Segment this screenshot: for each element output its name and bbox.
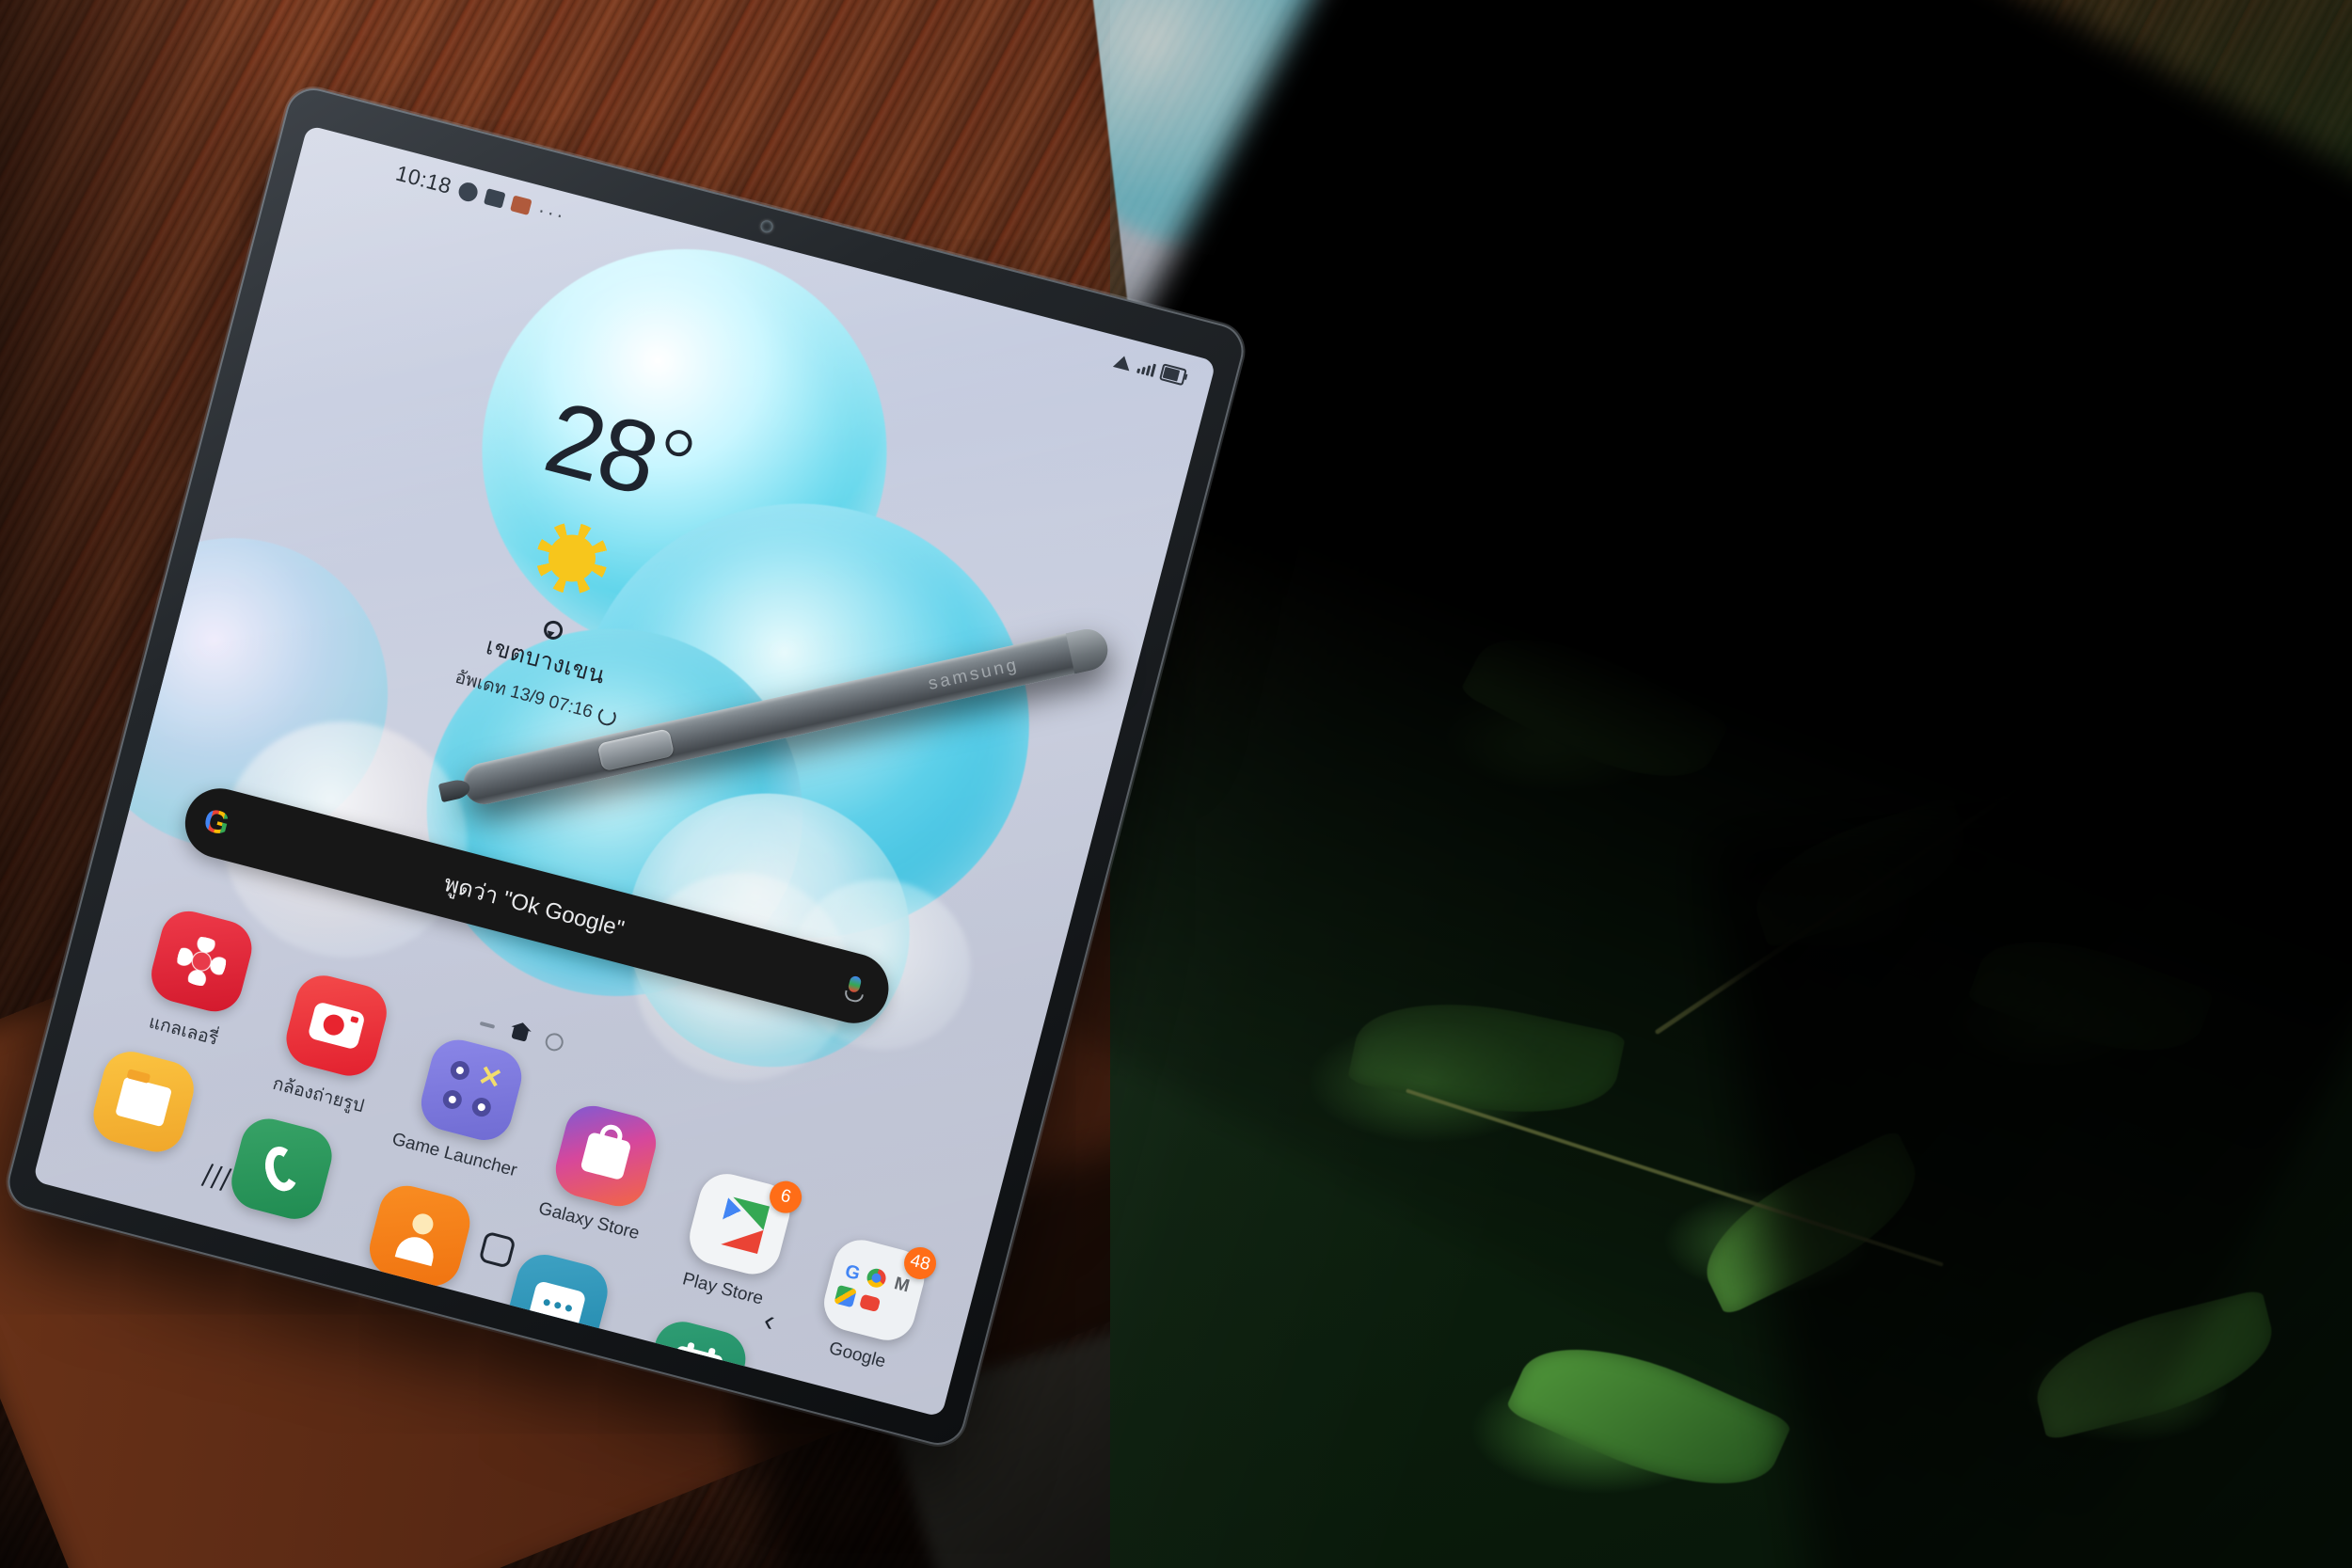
photo-scene: 28 เขตบางเขน samsung 10:18: [0, 0, 2352, 1568]
wifi-icon: [1113, 353, 1134, 371]
dark-shadow-band-lower: [1707, 717, 2352, 1568]
status-bar-right: [1113, 351, 1187, 387]
back-button[interactable]: ‹: [760, 1303, 778, 1338]
screenshot-icon: [484, 188, 506, 209]
location-pin-icon: [542, 618, 565, 642]
weather-temperature: 28: [534, 379, 695, 516]
page-dot-dash[interactable]: [479, 1021, 496, 1029]
youtube-mini-icon: [859, 1293, 882, 1312]
status-time: 10:18: [393, 160, 454, 198]
google-g-logo: G: [199, 801, 233, 844]
page-dot-home[interactable]: [511, 1024, 530, 1042]
more-icons-ellipsis: ···: [535, 198, 569, 228]
battery-icon: [1159, 363, 1187, 387]
play-store-badge: 6: [766, 1177, 805, 1217]
signal-icon: [1136, 358, 1157, 377]
microphone-icon[interactable]: [836, 971, 871, 1006]
google-g-mini-icon: G: [842, 1260, 863, 1285]
app-notification-icon: [510, 195, 532, 215]
recents-button[interactable]: |||: [199, 1160, 239, 1194]
chrome-mini-icon: [865, 1266, 888, 1290]
camera-icon[interactable]: [279, 969, 393, 1083]
notification-dot-icon: [456, 180, 480, 203]
home-square-icon[interactable]: [478, 1230, 516, 1269]
maps-mini-icon: [834, 1284, 857, 1307]
sun-icon: [543, 530, 601, 588]
